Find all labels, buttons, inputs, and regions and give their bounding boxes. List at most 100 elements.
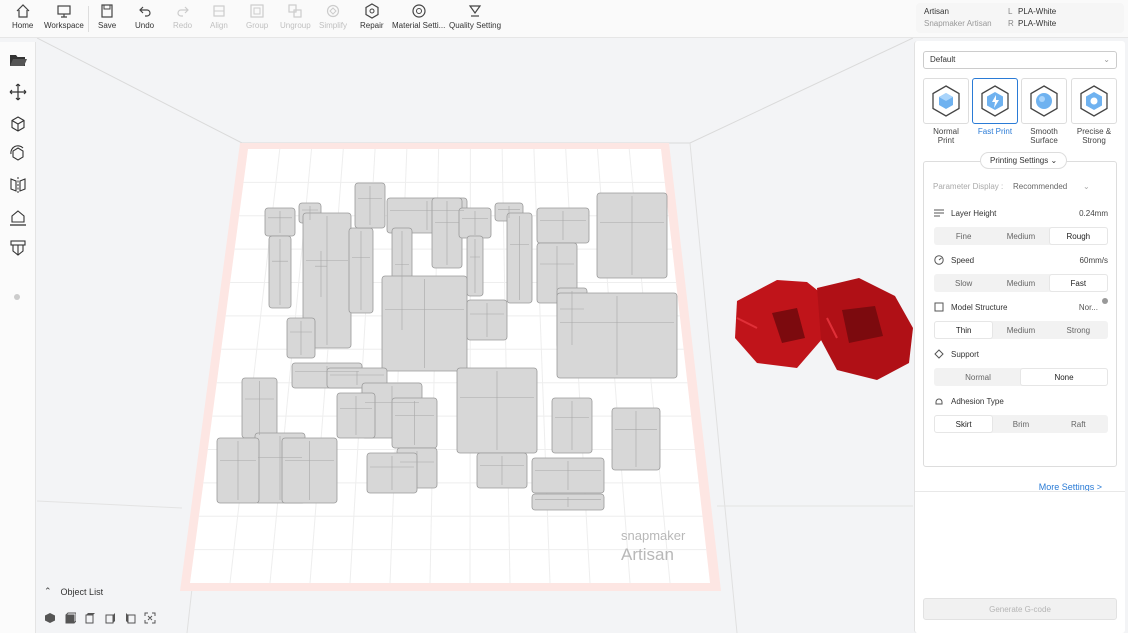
layer-height-label: Layer Height xyxy=(951,208,997,218)
chevron-up-icon: ⌃ xyxy=(44,586,52,596)
adhesion-label: Adhesion Type xyxy=(951,396,1004,406)
printing-settings-toggle[interactable]: Printing Settings ⌄ xyxy=(980,152,1068,169)
group-button[interactable]: Group xyxy=(246,3,268,35)
preset-label-line2: Surface xyxy=(1030,136,1058,145)
ungroup-button[interactable]: Ungroup xyxy=(280,3,311,35)
model-structure-option-strong[interactable]: Strong xyxy=(1050,322,1107,338)
view-left-icon[interactable] xyxy=(104,611,116,624)
view-right-icon[interactable] xyxy=(124,611,136,624)
panel-divider xyxy=(915,491,1125,492)
save-button[interactable]: Save xyxy=(98,3,116,35)
workspace-label: Workspace xyxy=(44,21,84,30)
printing-settings-card: Printing Settings ⌄ Parameter Display : … xyxy=(923,152,1117,492)
align-button[interactable]: Align xyxy=(210,3,228,35)
simplify-button[interactable]: Simplify xyxy=(319,3,347,35)
support-tool-button[interactable] xyxy=(8,238,28,258)
right-settings-panel: Default ⌄ Normal Print Fast Print Smooth… xyxy=(914,41,1125,633)
mirror-tool-button[interactable] xyxy=(8,175,28,195)
scale-tool-button[interactable] xyxy=(8,114,28,134)
parameter-display[interactable]: Parameter Display : Recommended ⌄ xyxy=(933,182,1090,191)
speed-option-medium[interactable]: Medium xyxy=(992,275,1049,291)
material-settings-label: Material Setti... xyxy=(392,21,446,30)
view-controls xyxy=(44,611,156,624)
preset-precise-strong[interactable]: Precise & Strong xyxy=(1071,78,1117,145)
repair-button[interactable]: Repair xyxy=(360,3,384,35)
move-tool-button[interactable] xyxy=(8,82,28,102)
printing-settings-label: Printing Settings xyxy=(990,156,1049,165)
model-structure-option-medium[interactable]: Medium xyxy=(992,322,1049,338)
redo-icon xyxy=(177,6,189,17)
mirror-icon xyxy=(10,177,26,193)
fast-print-icon xyxy=(981,85,1009,117)
redo-label: Redo xyxy=(173,21,193,30)
undo-icon xyxy=(138,6,151,17)
adhesion-option-brim[interactable]: Brim xyxy=(992,416,1049,432)
object-list-toggle[interactable]: ⌃ Object List xyxy=(44,586,103,597)
parameter-display-label: Parameter Display : xyxy=(933,182,1004,191)
speed-value: 60mm/s xyxy=(1079,255,1108,265)
group-label: Group xyxy=(246,21,269,30)
place-on-face-icon xyxy=(10,210,26,226)
layer-height-option-rough[interactable]: Rough xyxy=(1049,228,1107,244)
support-option-normal[interactable]: Normal xyxy=(935,369,1021,385)
top-toolbar: Home Workspace Save Undo Redo Align Grou… xyxy=(0,0,1128,38)
slider-knob[interactable] xyxy=(1102,298,1108,304)
support-option-none[interactable]: None xyxy=(1021,369,1107,385)
adhesion-option-raft[interactable]: Raft xyxy=(1050,416,1107,432)
save-label: Save xyxy=(98,21,117,30)
adhesion-option-skirt[interactable]: Skirt xyxy=(935,416,993,432)
preset-label: Smooth xyxy=(1030,127,1058,136)
save-icon xyxy=(101,4,113,18)
left-sidebar xyxy=(0,42,36,633)
generate-gcode-button[interactable]: Generate G-code xyxy=(923,598,1117,620)
adhesion-segmented: Skirt Brim Raft xyxy=(934,415,1108,433)
redo-button[interactable]: Redo xyxy=(173,3,192,35)
open-file-button[interactable] xyxy=(8,50,28,70)
model-structure-value: Nor... xyxy=(1078,302,1098,312)
view-3d-icon[interactable] xyxy=(44,611,56,623)
undo-button[interactable]: Undo xyxy=(135,3,154,35)
simplify-icon xyxy=(326,4,340,18)
layer-height-option-medium[interactable]: Medium xyxy=(992,228,1049,244)
align-icon xyxy=(213,5,225,17)
workspace-icon xyxy=(57,5,71,18)
speed-segmented: Slow Medium Fast xyxy=(934,274,1108,292)
speed-option-slow[interactable]: Slow xyxy=(935,275,992,291)
right-extruder-label: R xyxy=(1008,19,1014,28)
scene-canvas[interactable] xyxy=(37,38,913,633)
rotate-tool-button[interactable] xyxy=(8,144,28,164)
machine-module: Snapmaker Artisan xyxy=(924,19,992,28)
preset-normal-print[interactable]: Normal Print xyxy=(923,78,969,145)
3d-viewport[interactable]: snapmaker Artisan xyxy=(37,38,913,633)
place-on-face-button[interactable] xyxy=(8,208,28,228)
preset-select[interactable]: Default ⌄ xyxy=(923,51,1117,69)
view-front-icon[interactable] xyxy=(64,611,77,624)
simplify-label: Simplify xyxy=(319,21,348,30)
preset-fast-print[interactable]: Fast Print xyxy=(972,78,1018,136)
preset-smooth-surface[interactable]: Smooth Surface xyxy=(1021,78,1067,145)
fit-view-icon[interactable] xyxy=(144,611,156,624)
normal-print-icon xyxy=(932,85,960,117)
layer-height-value: 0.24mm xyxy=(1079,208,1108,218)
model-structure-setting: Model Structure Nor... Thin Medium Stron… xyxy=(934,298,1108,339)
folder-open-icon xyxy=(10,55,27,66)
layer-height-option-fine[interactable]: Fine xyxy=(935,228,992,244)
preset-label: Normal xyxy=(933,127,959,136)
material-settings-button[interactable]: Material Setti... xyxy=(392,3,445,35)
model-structure-option-thin[interactable]: Thin xyxy=(935,322,993,338)
support-segmented: Normal None xyxy=(934,368,1108,386)
red-model[interactable] xyxy=(735,278,913,380)
move-icon xyxy=(9,83,27,101)
preset-label: Precise & xyxy=(1076,127,1112,136)
plate-logo: snapmaker Artisan xyxy=(621,528,685,565)
support-setting: Support Normal None xyxy=(934,348,1108,386)
right-material: PLA-White xyxy=(1018,19,1057,28)
home-button[interactable]: Home xyxy=(12,3,33,35)
view-top-icon[interactable] xyxy=(84,611,96,624)
quality-setting-icon xyxy=(468,5,482,17)
precise-strong-icon xyxy=(1080,85,1108,117)
speed-option-fast[interactable]: Fast xyxy=(1049,275,1107,291)
quality-setting-button[interactable]: Quality Setting xyxy=(449,3,501,35)
workspace-button[interactable]: Workspace xyxy=(44,3,84,35)
machine-info[interactable]: Artisan L PLA-White Snapmaker Artisan R … xyxy=(916,3,1124,33)
